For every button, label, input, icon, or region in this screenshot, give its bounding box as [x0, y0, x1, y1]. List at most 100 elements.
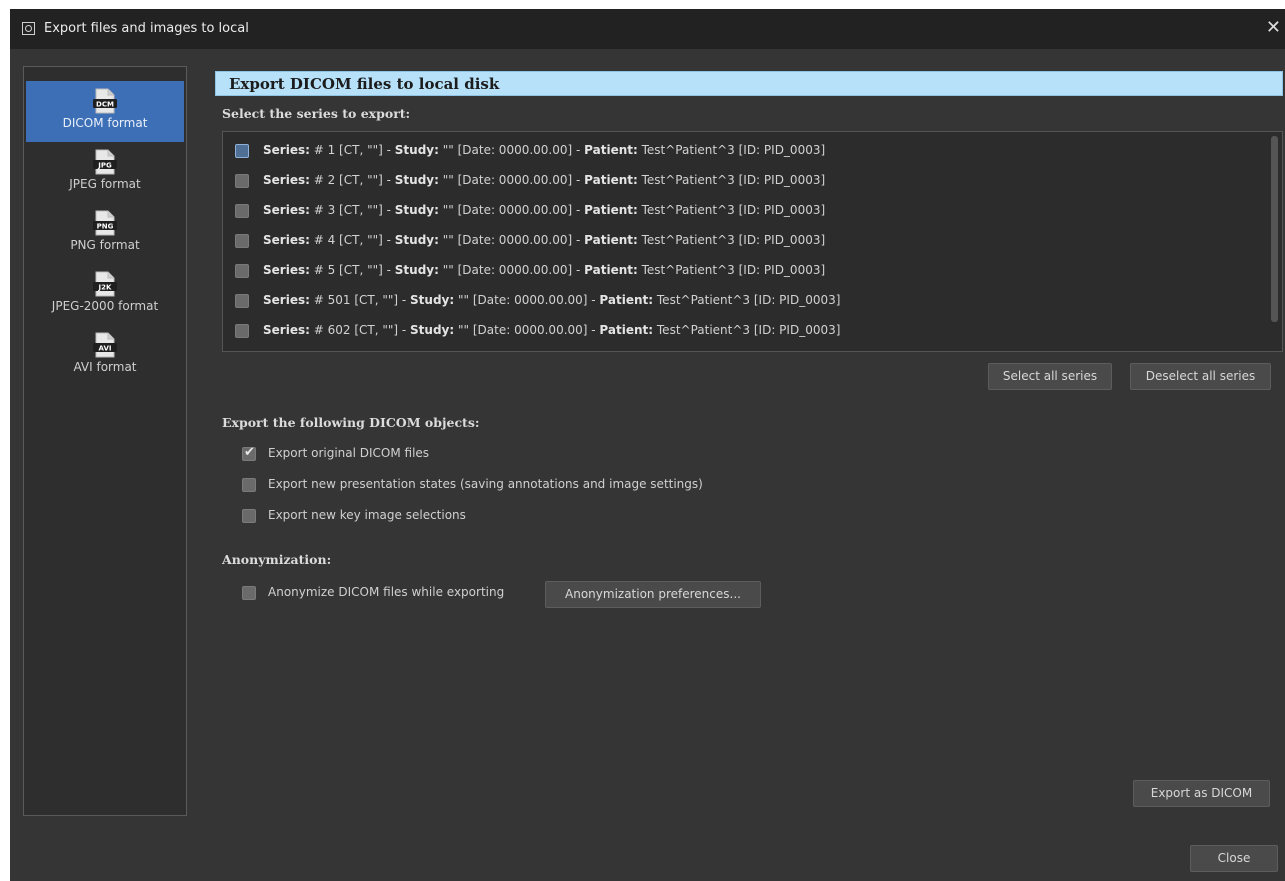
anonymize-checkbox[interactable]: [242, 586, 256, 600]
svg-text:AVI: AVI: [99, 344, 112, 352]
export-as-dicom-button[interactable]: Export as DICOM: [1133, 780, 1270, 807]
series-key: Series:: [263, 263, 310, 277]
file-jpg-icon: JPG: [93, 149, 117, 175]
anonymization-preferences-button[interactable]: Anonymization preferences...: [545, 581, 761, 608]
svg-text:J2K: J2K: [98, 283, 112, 291]
close-button[interactable]: Close: [1190, 845, 1278, 872]
study-key: Study:: [410, 293, 455, 307]
series-value: # 2 [CT, ""] -: [313, 173, 395, 187]
study-key: Study:: [394, 203, 439, 217]
patient-value: Test^Patient^3 [ID: PID_0003]: [656, 293, 841, 307]
series-key: Series:: [263, 293, 310, 307]
series-checkbox[interactable]: [235, 204, 249, 218]
patient-key: Patient:: [584, 143, 638, 157]
patient-key: Patient:: [599, 323, 654, 337]
panel-header: Export DICOM files to local disk: [215, 71, 1283, 96]
sidebar-item-j2k[interactable]: J2K JPEG-2000 format: [26, 264, 184, 325]
study-value: "" [Date: 0000.00.00] -: [458, 323, 600, 337]
series-row-text: Series: # 4 [CT, ""] - Study: "" [Date: …: [263, 233, 825, 247]
series-checkbox[interactable]: [235, 234, 249, 248]
file-j2k-icon: J2K: [93, 271, 117, 297]
series-row-text: Series: # 2 [CT, ""] - Study: "" [Date: …: [263, 173, 825, 187]
series-checkbox[interactable]: [235, 294, 249, 308]
export-object-label: Export original DICOM files: [268, 446, 430, 460]
patient-key: Patient:: [584, 203, 638, 217]
series-checkbox[interactable]: [235, 174, 249, 188]
export-object-checkbox[interactable]: [242, 445, 256, 461]
patient-value: Test^Patient^3 [ID: PID_0003]: [641, 233, 826, 247]
series-key: Series:: [263, 173, 310, 187]
window-title: Export files and images to local: [44, 21, 249, 36]
file-dcm-icon: DCM: [93, 88, 117, 114]
file-avi-icon: AVI: [93, 332, 117, 358]
series-value: # 1 [CT, ""] -: [313, 143, 395, 157]
sidebar-item-label: JPEG-2000 format: [51, 299, 159, 313]
series-list[interactable]: Series: # 1 [CT, ""] - Study: "" [Date: …: [222, 131, 1283, 352]
sidebar-item-label: JPEG format: [69, 177, 141, 191]
series-list-scrollbar[interactable]: [1271, 136, 1278, 322]
export-object-checkbox[interactable]: [242, 509, 256, 523]
patient-value: Test^Patient^3 [ID: PID_0003]: [641, 143, 826, 157]
series-value: # 4 [CT, ""] -: [313, 233, 395, 247]
study-value: "" [Date: 0000.00.00] -: [442, 263, 585, 277]
format-sidebar: DCM DICOM format JPG JPEG format PNG PNG form…: [23, 66, 187, 816]
patient-value: Test^Patient^3 [ID: PID_0003]: [641, 263, 826, 277]
app-icon: [22, 22, 35, 35]
series-value: # 501 [CT, ""] -: [313, 293, 411, 307]
sidebar-item-label: AVI format: [73, 360, 137, 374]
anonymization-section-label: Anonymization:: [222, 552, 332, 567]
select-all-series-button[interactable]: Select all series: [988, 363, 1112, 390]
study-value: "" [Date: 0000.00.00] -: [442, 203, 585, 217]
close-icon[interactable]: ✕: [1266, 17, 1281, 38]
series-value: # 602 [CT, ""] -: [313, 323, 411, 337]
patient-key: Patient:: [584, 233, 638, 247]
patient-key: Patient:: [584, 263, 638, 277]
export-object-label: Export new presentation states (saving a…: [268, 477, 703, 491]
patient-value: Test^Patient^3 [ID: PID_0003]: [656, 323, 841, 337]
study-key: Study:: [394, 233, 439, 247]
series-value: # 3 [CT, ""] -: [313, 203, 395, 217]
anonymize-label: Anonymize DICOM files while exporting: [268, 585, 505, 599]
study-value: "" [Date: 0000.00.00] -: [442, 173, 585, 187]
sidebar-item-jpg[interactable]: JPG JPEG format: [26, 142, 184, 203]
export-object-checkbox[interactable]: [242, 478, 256, 492]
patient-key: Patient:: [584, 173, 638, 187]
panel-title: Export DICOM files to local disk: [229, 75, 500, 93]
study-key: Study:: [394, 173, 439, 187]
svg-text:DCM: DCM: [96, 100, 114, 108]
series-key: Series:: [263, 233, 310, 247]
patient-key: Patient:: [599, 293, 654, 307]
series-key: Series:: [263, 323, 310, 337]
study-key: Study:: [394, 263, 439, 277]
patient-value: Test^Patient^3 [ID: PID_0003]: [641, 203, 826, 217]
export-dialog: Export files and images to local ✕ DCM DI…: [10, 9, 1285, 881]
series-section-label: Select the series to export:: [222, 106, 411, 121]
study-key: Study:: [410, 323, 455, 337]
patient-value: Test^Patient^3 [ID: PID_0003]: [641, 173, 826, 187]
study-value: "" [Date: 0000.00.00] -: [442, 233, 585, 247]
study-value: "" [Date: 0000.00.00] -: [458, 293, 600, 307]
sidebar-item-dcm[interactable]: DCM DICOM format: [26, 81, 184, 142]
series-row-text: Series: # 1 [CT, ""] - Study: "" [Date: …: [263, 143, 825, 157]
series-key: Series:: [263, 143, 310, 157]
series-checkbox[interactable]: [235, 324, 249, 338]
series-row-text: Series: # 3 [CT, ""] - Study: "" [Date: …: [263, 203, 825, 217]
series-checkbox[interactable]: [235, 264, 249, 278]
sidebar-item-png[interactable]: PNG PNG format: [26, 203, 184, 264]
svg-text:JPG: JPG: [97, 161, 112, 169]
sidebar-item-label: DICOM format: [62, 116, 148, 130]
deselect-all-series-button[interactable]: Deselect all series: [1130, 363, 1271, 390]
series-row-text: Series: # 602 [CT, ""] - Study: "" [Date…: [263, 323, 840, 337]
export-object-label: Export new key image selections: [268, 508, 466, 522]
series-checkbox[interactable]: [235, 144, 249, 158]
sidebar-item-label: PNG format: [70, 238, 140, 252]
title-bar: Export files and images to local ✕: [10, 9, 1285, 49]
file-png-icon: PNG: [93, 210, 117, 236]
svg-text:PNG: PNG: [97, 222, 114, 230]
study-value: "" [Date: 0000.00.00] -: [442, 143, 585, 157]
sidebar-item-avi[interactable]: AVI AVI format: [26, 325, 184, 386]
study-key: Study:: [394, 143, 439, 157]
series-value: # 5 [CT, ""] -: [313, 263, 395, 277]
series-key: Series:: [263, 203, 310, 217]
series-row-text: Series: # 5 [CT, ""] - Study: "" [Date: …: [263, 263, 825, 277]
